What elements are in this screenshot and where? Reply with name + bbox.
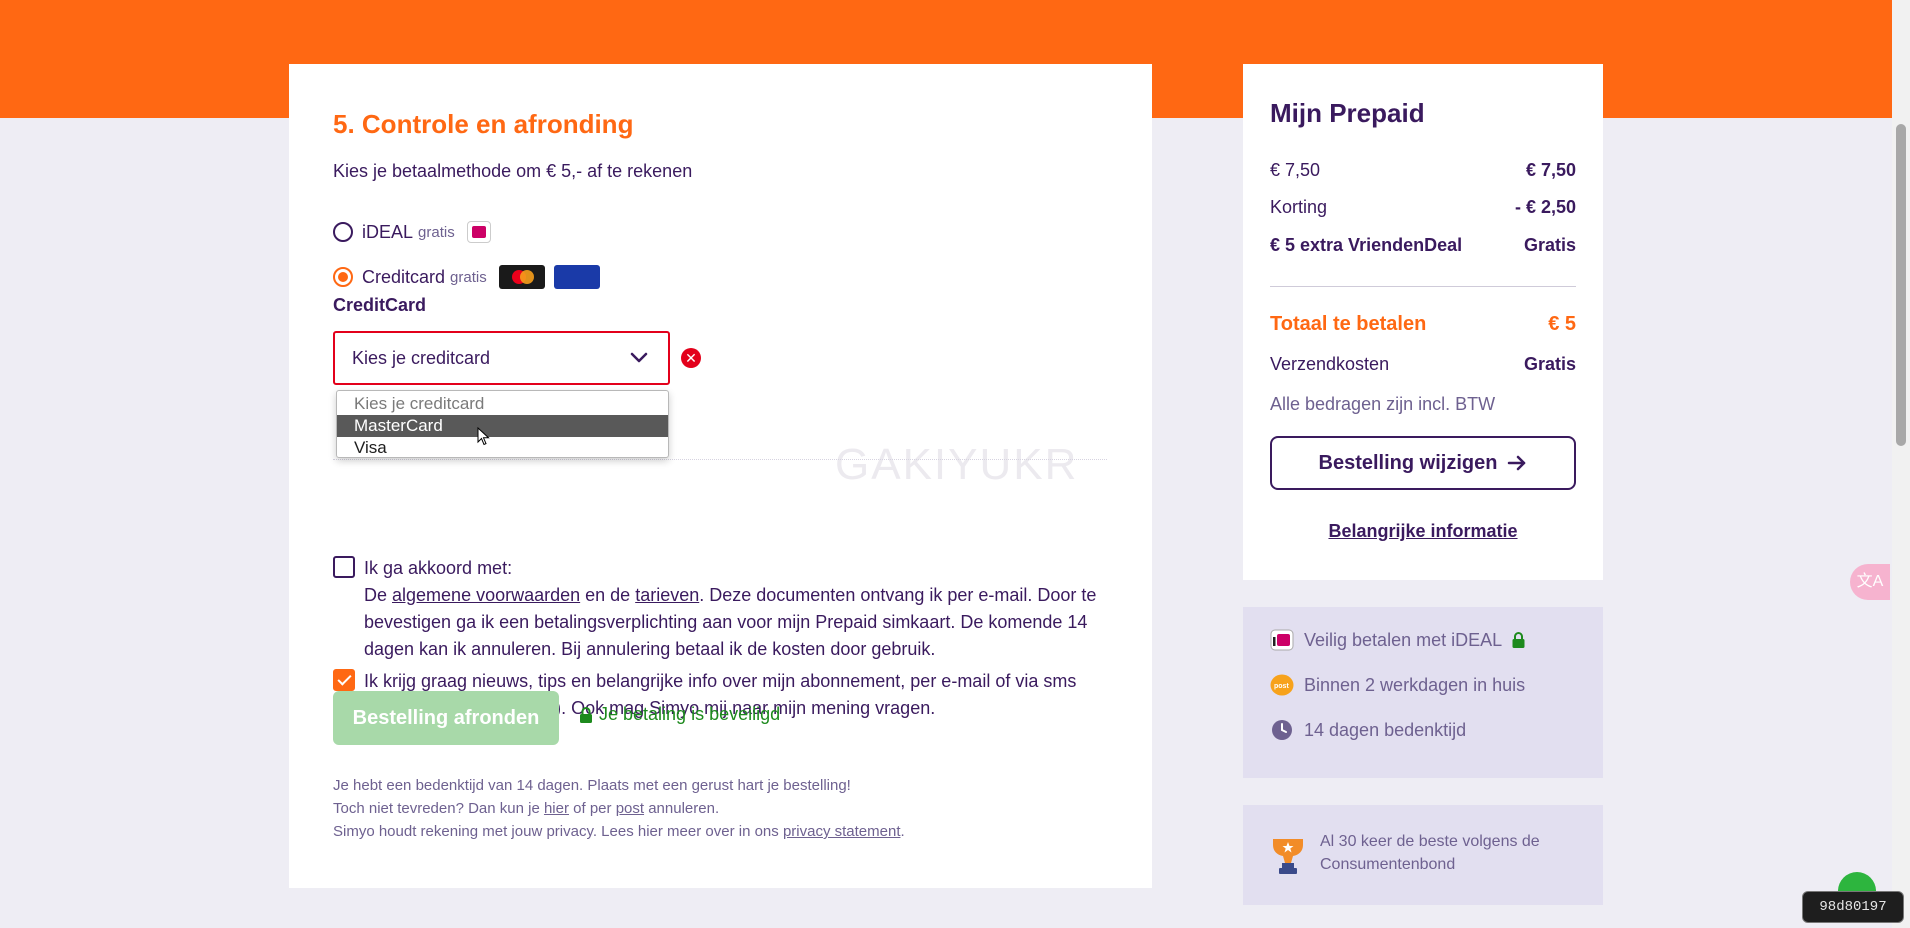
clock-icon bbox=[1270, 719, 1294, 741]
summary-row-value: Gratis bbox=[1523, 235, 1576, 255]
page-scrollbar[interactable] bbox=[1892, 0, 1910, 928]
creditcard-label: Creditcard bbox=[362, 266, 446, 287]
footer-text-part: of per bbox=[568, 800, 616, 817]
ideal-free-label: gratis bbox=[418, 223, 455, 241]
summary-row-value: € 7,50 bbox=[1525, 160, 1576, 180]
cancel-post-link[interactable]: post bbox=[616, 800, 644, 817]
benefit-item: 14 dagen bedenktijd bbox=[1270, 719, 1466, 741]
newsletter-checkbox[interactable] bbox=[333, 669, 355, 691]
tarieven-link[interactable]: tarieven bbox=[635, 585, 699, 605]
session-id-badge: 98d80197 bbox=[1802, 891, 1904, 923]
summary-row: € 7,50 € 7,50 bbox=[1270, 160, 1576, 181]
summary-row-discount: Korting - € 2,50 bbox=[1270, 197, 1576, 218]
secure-payment-label: Je betaling is beveiligd bbox=[599, 704, 781, 724]
arrow-right-icon bbox=[1508, 455, 1526, 471]
order-summary-card: Mijn Prepaid € 7,50 € 7,50 Korting - € 2… bbox=[1243, 64, 1603, 580]
lock-icon bbox=[1512, 632, 1525, 648]
shipping-value: Gratis bbox=[1523, 354, 1576, 374]
ideal-logo-icon bbox=[466, 221, 491, 243]
benefit-item: Veilig betalen met iDEAL bbox=[1270, 629, 1525, 651]
btw-note: Alle bedragen zijn incl. BTW bbox=[1270, 394, 1496, 414]
terms-text-part: en de bbox=[580, 585, 636, 605]
dropdown-option[interactable]: Kies je creditcard bbox=[337, 393, 668, 415]
terms-heading: Ik ga akkoord met: bbox=[364, 558, 513, 578]
terms-checkbox[interactable] bbox=[333, 556, 355, 578]
benefits-card: Veilig betalen met iDEAL post Binnen 2 w… bbox=[1243, 607, 1603, 778]
translate-icon[interactable]: 文A bbox=[1850, 564, 1890, 600]
dropdown-option-mastercard[interactable]: MasterCard bbox=[337, 415, 668, 437]
change-order-button[interactable]: Bestelling wijzigen bbox=[1270, 436, 1576, 490]
footer-line: Toch niet tevreden? Dan kun je hier of p… bbox=[333, 797, 905, 820]
benefit-text: Binnen 2 werkdagen in huis bbox=[1304, 674, 1526, 695]
benefit-text: 14 dagen bedenktijd bbox=[1304, 719, 1467, 740]
summary-row-label: € 7,50 bbox=[1270, 160, 1321, 180]
footer-text-part: Simyo houdt rekening met jouw privacy. L… bbox=[333, 823, 783, 840]
algemene-voorwaarden-link[interactable]: algemene voorwaarden bbox=[392, 585, 580, 605]
scrollbar-thumb[interactable] bbox=[1896, 124, 1906, 446]
footer-text-part: annuleren. bbox=[644, 800, 720, 817]
summary-row-vriendendeal: € 5 extra VriendenDeal Gratis bbox=[1270, 235, 1576, 256]
visa-logo-icon bbox=[553, 265, 600, 289]
ideal-icon bbox=[1270, 629, 1294, 651]
checkout-card: 5. Controle en afronding Kies je betaalm… bbox=[289, 64, 1152, 888]
summary-shipping-row: Verzendkosten Gratis bbox=[1270, 354, 1576, 375]
submit-order-button[interactable]: Bestelling afronden bbox=[333, 691, 559, 745]
watermark: GAKIYUKR bbox=[835, 440, 1079, 489]
dropdown-option-visa[interactable]: Visa bbox=[337, 437, 668, 459]
summary-row-value: - € 2,50 bbox=[1514, 197, 1576, 217]
creditcard-select-value: Kies je creditcard bbox=[352, 347, 491, 368]
important-info-link[interactable]: Belangrijke informatie bbox=[1270, 521, 1576, 542]
payment-option-creditcard[interactable]: Creditcard gratis bbox=[333, 264, 600, 290]
total-value: € 5 bbox=[1548, 313, 1576, 335]
terms-text: Ik ga akkoord met: De algemene voorwaard… bbox=[364, 555, 1104, 663]
shipping-label: Verzendkosten bbox=[1270, 354, 1390, 374]
ideal-radio[interactable] bbox=[333, 222, 353, 242]
postnl-icon-text: post bbox=[1274, 683, 1289, 690]
footer-text-part: Toch niet tevreden? Dan kun je bbox=[333, 800, 544, 817]
change-order-label: Bestelling wijzigen bbox=[1318, 451, 1498, 474]
error-icon: ✕ bbox=[681, 348, 701, 368]
trophy-icon bbox=[1273, 839, 1303, 874]
award-text: Al 30 keer de beste volgens de Consument… bbox=[1320, 833, 1540, 873]
summary-total-row: Totaal te betalen € 5 bbox=[1270, 313, 1576, 336]
summary-divider bbox=[1270, 286, 1576, 287]
summary-title: Mijn Prepaid bbox=[1270, 98, 1425, 128]
ideal-label: iDEAL bbox=[362, 221, 414, 242]
benefit-text: Veilig betalen met iDEAL bbox=[1304, 629, 1503, 650]
privacy-statement-link[interactable]: privacy statement bbox=[783, 823, 901, 840]
chevron-down-icon bbox=[630, 352, 648, 363]
summary-row-label: Korting bbox=[1270, 197, 1328, 217]
terms-text-part: De bbox=[364, 585, 393, 605]
footer-text: Je hebt een bedenktijd van 14 dagen. Pla… bbox=[333, 774, 905, 843]
footer-line: Je hebt een bedenktijd van 14 dagen. Pla… bbox=[333, 777, 851, 794]
footer-text-part: . bbox=[900, 823, 905, 840]
mouse-cursor-icon bbox=[477, 427, 490, 446]
creditcard-radio[interactable] bbox=[333, 267, 353, 287]
mastercard-logo-icon bbox=[498, 265, 545, 289]
summary-row-label: € 5 extra VriendenDeal bbox=[1270, 235, 1463, 255]
secure-payment-message: Je betaling is beveiligd bbox=[579, 704, 780, 725]
creditcard-dropdown-list: Kies je creditcard MasterCard Visa bbox=[336, 390, 669, 458]
creditcard-free-label: gratis bbox=[450, 268, 487, 286]
creditcard-select[interactable]: Kies je creditcard bbox=[333, 331, 670, 385]
postnl-icon: post bbox=[1270, 674, 1294, 696]
payment-prompt: Kies je betaalmethode om € 5,- af te rek… bbox=[333, 161, 693, 181]
total-label: Totaal te betalen bbox=[1270, 313, 1427, 335]
terms-checkbox-row: Ik ga akkoord met: De algemene voorwaard… bbox=[333, 555, 1104, 663]
ideal-logo-text bbox=[471, 226, 486, 238]
lock-icon bbox=[580, 706, 592, 723]
divider bbox=[333, 459, 1107, 460]
payment-option-ideal[interactable]: iDEAL gratis bbox=[333, 219, 491, 245]
benefit-item: post Binnen 2 werkdagen in huis bbox=[1270, 674, 1525, 696]
section-title: 5. Controle en afronding bbox=[333, 109, 634, 139]
creditcard-field-label: CreditCard bbox=[333, 295, 427, 315]
cancel-here-link[interactable]: hier bbox=[544, 800, 569, 817]
footer-line: Simyo houdt rekening met jouw privacy. L… bbox=[333, 820, 905, 843]
award-card: Al 30 keer de beste volgens de Consument… bbox=[1243, 805, 1603, 905]
